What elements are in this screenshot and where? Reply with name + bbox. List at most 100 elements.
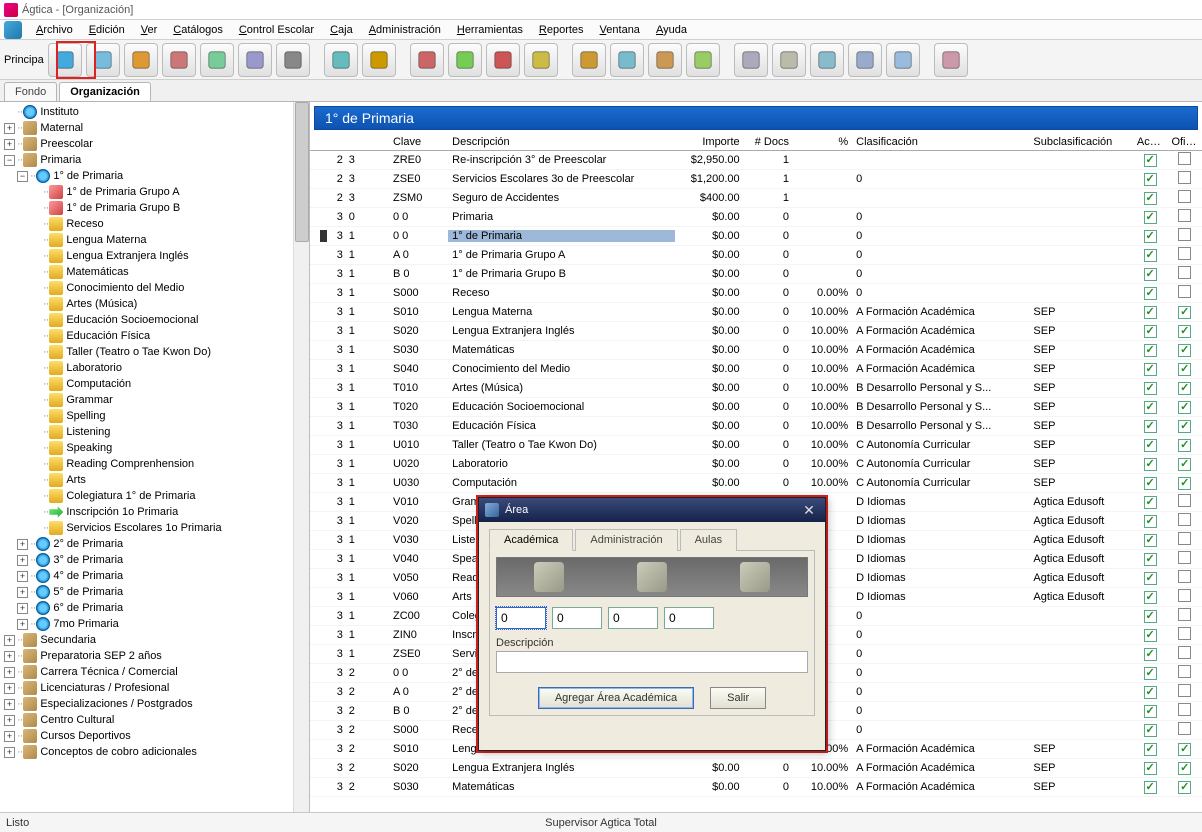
tree-item[interactable]: ··Educación Socioemocional bbox=[0, 312, 309, 328]
oficial-checkbox[interactable] bbox=[1178, 401, 1191, 414]
activ-checkbox[interactable] bbox=[1144, 420, 1157, 433]
activ-checkbox[interactable] bbox=[1144, 401, 1157, 414]
tree[interactable]: ··Instituto+··Maternal+··Preescolar−··Pr… bbox=[0, 102, 309, 762]
tree-expander[interactable]: + bbox=[4, 651, 15, 662]
col-importe[interactable]: Importe bbox=[675, 134, 744, 148]
tree-item[interactable]: ··Conocimiento del Medio bbox=[0, 280, 309, 296]
menu-herramientas[interactable]: Herramientas bbox=[449, 22, 531, 38]
menu-ayuda[interactable]: Ayuda bbox=[648, 22, 695, 38]
menu-ventana[interactable]: Ventana bbox=[592, 22, 648, 38]
col-docs[interactable]: # Docs bbox=[744, 134, 793, 148]
code-input-4[interactable] bbox=[664, 607, 714, 629]
toolbar-button-4[interactable] bbox=[200, 43, 234, 77]
tab-organizacion[interactable]: Organización bbox=[59, 82, 151, 101]
tree-item[interactable]: ··Lengua Materna bbox=[0, 232, 309, 248]
tree-expander[interactable]: − bbox=[4, 155, 15, 166]
toolbar-button-21[interactable] bbox=[886, 43, 920, 77]
tree-item[interactable]: ··1° de Primaria Grupo A bbox=[0, 184, 309, 200]
code-input-3[interactable] bbox=[608, 607, 658, 629]
activ-checkbox[interactable] bbox=[1144, 534, 1157, 547]
tree-expander[interactable]: − bbox=[17, 171, 28, 182]
table-row[interactable]: 31A 01° de Primaria Grupo A$0.0000 bbox=[310, 246, 1202, 265]
col-descripcion[interactable]: Descripción bbox=[448, 134, 674, 148]
tree-item[interactable]: +··Preparatoria SEP 2 años bbox=[0, 648, 309, 664]
activ-checkbox[interactable] bbox=[1144, 686, 1157, 699]
tab-aulas[interactable]: Aulas bbox=[680, 529, 738, 551]
tab-administracion[interactable]: Administración bbox=[575, 529, 677, 551]
oficial-checkbox[interactable] bbox=[1178, 420, 1191, 433]
tree-item[interactable]: +··2° de Primaria bbox=[0, 536, 309, 552]
toolbar-button-17[interactable] bbox=[734, 43, 768, 77]
tree-item[interactable]: ··Arts bbox=[0, 472, 309, 488]
oficial-checkbox[interactable] bbox=[1178, 477, 1191, 490]
activ-checkbox[interactable] bbox=[1144, 515, 1157, 528]
activ-checkbox[interactable] bbox=[1144, 724, 1157, 737]
tree-item[interactable]: +··7mo Primaria bbox=[0, 616, 309, 632]
table-row[interactable]: 31S010Lengua Materna$0.00010.00%A Formac… bbox=[310, 303, 1202, 322]
activ-checkbox[interactable] bbox=[1144, 344, 1157, 357]
activ-checkbox[interactable] bbox=[1144, 154, 1157, 167]
tree-item[interactable]: +··Licenciaturas / Profesional bbox=[0, 680, 309, 696]
tree-expander[interactable]: + bbox=[17, 619, 28, 630]
tree-expander[interactable]: + bbox=[4, 139, 15, 150]
tree-item[interactable]: +··Maternal bbox=[0, 120, 309, 136]
tree-item[interactable]: +··5° de Primaria bbox=[0, 584, 309, 600]
tab-fondo[interactable]: Fondo bbox=[4, 82, 57, 101]
oficial-checkbox[interactable] bbox=[1178, 703, 1191, 716]
table-row[interactable]: 31U010Taller (Teatro o Tae Kwon Do)$0.00… bbox=[310, 436, 1202, 455]
oficial-checkbox[interactable] bbox=[1178, 209, 1191, 222]
tree-item[interactable]: ··Receso bbox=[0, 216, 309, 232]
activ-checkbox[interactable] bbox=[1144, 762, 1157, 775]
activ-checkbox[interactable] bbox=[1144, 572, 1157, 585]
col-percent[interactable]: % bbox=[793, 134, 852, 148]
activ-checkbox[interactable] bbox=[1144, 629, 1157, 642]
exit-button[interactable]: Salir bbox=[710, 687, 766, 709]
tree-item[interactable]: ··Listening bbox=[0, 424, 309, 440]
oficial-checkbox[interactable] bbox=[1178, 532, 1191, 545]
tree-item[interactable]: −··1° de Primaria bbox=[0, 168, 309, 184]
menu-control escolar[interactable]: Control Escolar bbox=[231, 22, 322, 38]
tree-item[interactable]: ··1° de Primaria Grupo B bbox=[0, 200, 309, 216]
activ-checkbox[interactable] bbox=[1144, 610, 1157, 623]
activ-checkbox[interactable] bbox=[1144, 458, 1157, 471]
tree-item[interactable]: ··Computación bbox=[0, 376, 309, 392]
tree-expander[interactable]: + bbox=[4, 715, 15, 726]
tree-item[interactable]: +··Carrera Técnica / Comercial bbox=[0, 664, 309, 680]
activ-checkbox[interactable] bbox=[1144, 325, 1157, 338]
table-row[interactable]: 31S040Conocimiento del Medio$0.00010.00%… bbox=[310, 360, 1202, 379]
table-row[interactable]: 31S030Matemáticas$0.00010.00%A Formación… bbox=[310, 341, 1202, 360]
tree-expander[interactable]: + bbox=[4, 635, 15, 646]
oficial-checkbox[interactable] bbox=[1178, 190, 1191, 203]
oficial-checkbox[interactable] bbox=[1178, 439, 1191, 452]
toolbar-button-6[interactable] bbox=[276, 43, 310, 77]
oficial-checkbox[interactable] bbox=[1178, 627, 1191, 640]
activ-checkbox[interactable] bbox=[1144, 192, 1157, 205]
table-row[interactable]: 31U030Computación$0.00010.00%C Autonomía… bbox=[310, 474, 1202, 493]
oficial-checkbox[interactable] bbox=[1178, 171, 1191, 184]
tree-item[interactable]: +··Conceptos de cobro adicionales bbox=[0, 744, 309, 760]
oficial-checkbox[interactable] bbox=[1178, 513, 1191, 526]
tree-item[interactable]: ··Taller (Teatro o Tae Kwon Do) bbox=[0, 344, 309, 360]
tree-item[interactable]: ··Matemáticas bbox=[0, 264, 309, 280]
toolbar-button-9[interactable] bbox=[410, 43, 444, 77]
activ-checkbox[interactable] bbox=[1144, 439, 1157, 452]
table-row[interactable]: 300 0Primaria$0.0000 bbox=[310, 208, 1202, 227]
activ-checkbox[interactable] bbox=[1144, 667, 1157, 680]
menu-caja[interactable]: Caja bbox=[322, 22, 361, 38]
oficial-checkbox[interactable] bbox=[1178, 152, 1191, 165]
menu-archivo[interactable]: Archivo bbox=[28, 22, 81, 38]
oficial-checkbox[interactable] bbox=[1178, 684, 1191, 697]
table-row[interactable]: 31S000Receso$0.0000.00%0 bbox=[310, 284, 1202, 303]
tree-item[interactable]: ··Servicios Escolares 1o Primaria bbox=[0, 520, 309, 536]
oficial-checkbox[interactable] bbox=[1178, 665, 1191, 678]
tab-academica[interactable]: Académica bbox=[489, 529, 573, 551]
tree-item[interactable]: ··Colegiatura 1° de Primaria bbox=[0, 488, 309, 504]
code-input-2[interactable] bbox=[552, 607, 602, 629]
toolbar-button-14[interactable] bbox=[610, 43, 644, 77]
table-row[interactable]: 23ZSE0Servicios Escolares 3o de Preescol… bbox=[310, 170, 1202, 189]
activ-checkbox[interactable] bbox=[1144, 648, 1157, 661]
col-clave[interactable]: Clave bbox=[389, 134, 448, 148]
menu-ver[interactable]: Ver bbox=[133, 22, 166, 38]
oficial-checkbox[interactable] bbox=[1178, 458, 1191, 471]
toolbar-button-7[interactable] bbox=[324, 43, 358, 77]
